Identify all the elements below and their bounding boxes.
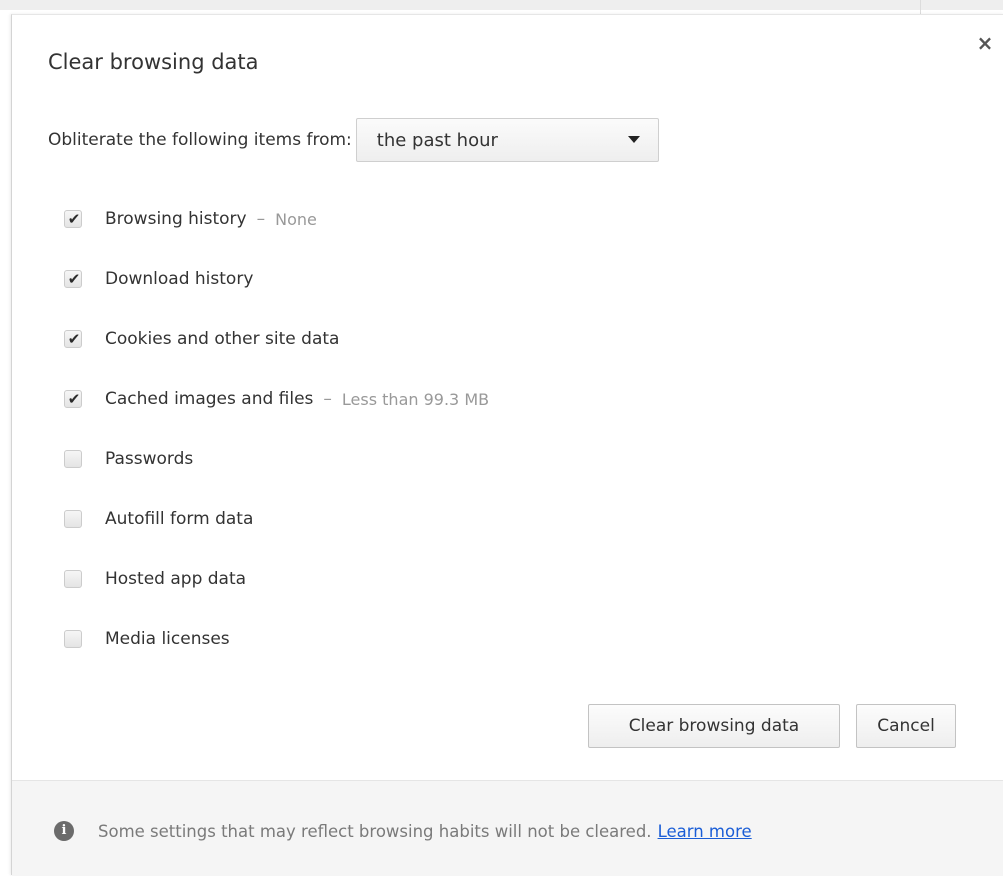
dropdown-arrow-icon <box>627 136 640 143</box>
option-label: Autofill form data <box>105 509 254 529</box>
option-media-licenses[interactable]: Media licenses <box>64 609 764 669</box>
option-cached-images[interactable]: ✔ Cached images and files – Less than 99… <box>64 369 764 429</box>
media-licenses-checkbox[interactable] <box>64 630 82 648</box>
time-range-selected-value: the past hour <box>376 129 498 151</box>
close-icon[interactable]: × <box>975 33 995 53</box>
cached-images-checkbox[interactable]: ✔ <box>64 390 82 408</box>
dialog-title: Clear browsing data <box>48 50 259 74</box>
option-cookies[interactable]: ✔ Cookies and other site data <box>64 309 764 369</box>
download-history-checkbox[interactable]: ✔ <box>64 270 82 288</box>
clear-browsing-data-button[interactable]: Clear browsing data <box>588 704 840 748</box>
checkmark-icon: ✔ <box>67 270 81 288</box>
clear-browsing-data-dialog: × Clear browsing data Obliterate the fol… <box>11 14 1003 876</box>
option-label: Passwords <box>105 449 194 469</box>
option-detail: Less than 99.3 MB <box>341 389 490 409</box>
learn-more-link[interactable]: Learn more <box>658 822 752 841</box>
browsing-history-checkbox[interactable]: ✔ <box>64 210 82 228</box>
footer-notice-text: Some settings that may reflect browsing … <box>98 821 652 841</box>
option-label: Download history <box>105 269 254 289</box>
option-autofill[interactable]: Autofill form data <box>64 489 764 549</box>
cookies-checkbox[interactable]: ✔ <box>64 330 82 348</box>
checkmark-icon: ✔ <box>67 390 81 408</box>
checkmark-icon <box>67 630 81 648</box>
checkmark-icon: ✔ <box>67 330 81 348</box>
checkmark-icon <box>67 570 81 588</box>
checkmark-icon <box>67 510 81 528</box>
option-label: Cached images and files <box>105 389 314 409</box>
option-separator: – <box>323 389 332 409</box>
time-range-label: Obliterate the following items from: <box>48 130 352 150</box>
background-divider <box>920 0 921 14</box>
info-icon: i <box>54 821 74 841</box>
data-type-options: ✔ Browsing history – None ✔ Download his… <box>64 189 764 669</box>
background-page-strip <box>0 0 1003 10</box>
cancel-button[interactable]: Cancel <box>856 704 956 748</box>
option-separator: – <box>256 209 266 229</box>
option-label: Cookies and other site data <box>105 329 340 349</box>
passwords-checkbox[interactable] <box>64 450 82 468</box>
footer-notice: i Some settings that may reflect browsin… <box>54 821 752 841</box>
option-label: Browsing history <box>105 209 247 229</box>
option-browsing-history[interactable]: ✔ Browsing history – None <box>64 189 764 249</box>
option-hosted-app-data[interactable]: Hosted app data <box>64 549 764 609</box>
checkmark-icon: ✔ <box>67 210 81 228</box>
option-label: Media licenses <box>105 629 230 649</box>
option-detail: None <box>275 209 317 229</box>
option-download-history[interactable]: ✔ Download history <box>64 249 764 309</box>
dialog-footer: i Some settings that may reflect browsin… <box>12 780 1003 876</box>
time-range-select[interactable]: the past hour <box>355 118 659 162</box>
option-label: Hosted app data <box>105 569 247 589</box>
hosted-app-data-checkbox[interactable] <box>64 570 82 588</box>
option-passwords[interactable]: Passwords <box>64 429 764 489</box>
autofill-checkbox[interactable] <box>64 510 82 528</box>
time-range-row: Obliterate the following items from: the… <box>48 118 659 162</box>
checkmark-icon <box>67 450 81 468</box>
dialog-buttons: Clear browsing data Cancel <box>588 704 956 748</box>
